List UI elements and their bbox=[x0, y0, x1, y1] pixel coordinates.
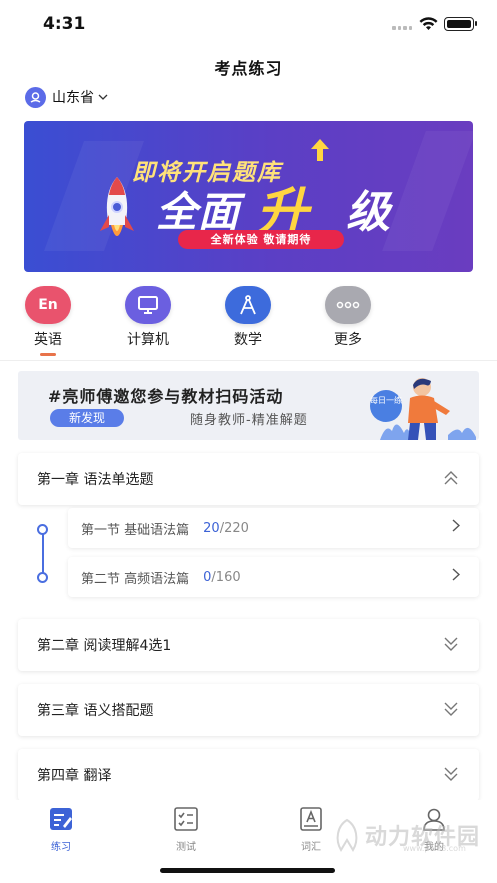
section-label: 第一节 基础语法篇 bbox=[81, 522, 190, 538]
section-label: 第二节 高频语法篇 bbox=[81, 571, 190, 587]
tab-practice[interactable]: 练习 bbox=[31, 806, 91, 853]
arrow-up-icon bbox=[311, 139, 329, 165]
promo-tag: 新发现 bbox=[50, 409, 124, 427]
chevron-right-icon bbox=[452, 519, 461, 536]
chapter-label: 第三章 语义搭配题 bbox=[37, 703, 154, 719]
timeline-dot bbox=[37, 524, 48, 535]
daily-practice-badge: 每日一练 bbox=[370, 390, 402, 422]
english-icon: En bbox=[25, 286, 71, 324]
category-label: 计算机 bbox=[127, 332, 169, 348]
chevron-down-icon bbox=[98, 91, 108, 104]
chapter-1[interactable]: 第一章 语法单选题 bbox=[18, 453, 479, 505]
cellular-signal-icon bbox=[392, 24, 412, 30]
section-progress: 0/160 bbox=[203, 570, 240, 585]
banner-line2-part1: 全面 bbox=[156, 188, 240, 236]
watermark-logo-icon bbox=[336, 818, 358, 852]
location-selector[interactable]: 山东省 bbox=[25, 86, 108, 108]
promo-banner[interactable]: 即将开启题库 全面 升 级 全新体验 敬请期待 bbox=[24, 121, 473, 272]
category-math[interactable]: 数学 bbox=[213, 286, 283, 349]
chevron-double-down-icon[interactable] bbox=[443, 700, 459, 722]
category-label: 数学 bbox=[234, 332, 262, 348]
activity-promo-card[interactable]: #亮师傅邀您参与教材扫码活动 新发现 随身教师-精准解题 每日一练 bbox=[18, 371, 479, 440]
page-title: 考点练习 bbox=[214, 59, 283, 78]
category-nav: En 英语 计算机 数学 更多 bbox=[0, 286, 497, 356]
chevron-double-up-icon[interactable] bbox=[443, 469, 459, 491]
chapter-label: 第二章 阅读理解4选1 bbox=[37, 638, 172, 654]
category-label: 英语 bbox=[34, 332, 62, 348]
promo-subtitle: 随身教师-精准解题 bbox=[190, 413, 308, 428]
computer-icon bbox=[125, 286, 171, 324]
timeline-line bbox=[42, 530, 44, 578]
vocabulary-icon bbox=[298, 806, 324, 836]
progress-total: /160 bbox=[211, 569, 241, 585]
banner-line2-part3: 级 bbox=[346, 187, 390, 238]
chevron-double-down-icon[interactable] bbox=[443, 765, 459, 787]
category-label: 更多 bbox=[334, 332, 362, 348]
section-progress: 20/220 bbox=[203, 521, 249, 536]
more-icon bbox=[325, 286, 371, 324]
location-icon bbox=[25, 86, 46, 108]
section-1-2[interactable]: 第二节 高频语法篇 0/160 bbox=[68, 557, 479, 597]
chapter-3[interactable]: 第三章 语义搭配题 bbox=[18, 684, 479, 736]
chapter-label: 第四章 翻译 bbox=[37, 768, 112, 784]
chevron-right-icon bbox=[452, 568, 461, 585]
practice-icon bbox=[48, 806, 74, 836]
category-computer[interactable]: 计算机 bbox=[113, 286, 183, 349]
status-time: 4:31 bbox=[43, 14, 86, 34]
progress-done: 20 bbox=[203, 520, 220, 536]
watermark-url: www.pw88.com bbox=[403, 844, 466, 853]
tab-test[interactable]: 测试 bbox=[156, 806, 216, 853]
promo-title: #亮师傅邀您参与教材扫码活动 bbox=[48, 387, 284, 406]
chevron-double-down-icon[interactable] bbox=[443, 635, 459, 657]
test-icon bbox=[173, 806, 199, 836]
progress-total: /220 bbox=[219, 520, 249, 536]
banner-pill: 全新体验 敬请期待 bbox=[178, 230, 344, 249]
watermark: 动力软件园 www.pw88.com bbox=[333, 818, 480, 853]
active-indicator bbox=[40, 353, 56, 356]
tab-label: 词汇 bbox=[301, 842, 321, 853]
wifi-icon bbox=[419, 16, 438, 35]
chapter-2[interactable]: 第二章 阅读理解4选1 bbox=[18, 619, 479, 671]
chapter-4[interactable]: 第四章 翻译 bbox=[18, 749, 479, 801]
battery-icon bbox=[444, 17, 477, 31]
category-english[interactable]: En 英语 bbox=[13, 286, 83, 356]
tab-label: 测试 bbox=[176, 842, 196, 853]
banner-decoration bbox=[382, 131, 473, 251]
tab-label: 练习 bbox=[51, 842, 71, 853]
chapter-label: 第一章 语法单选题 bbox=[37, 472, 154, 488]
category-more[interactable]: 更多 bbox=[313, 286, 383, 349]
app-screen: 4:31 考点练习 山东省 即将开启题库 全面 升 级 全新体验 敬请期待 En… bbox=[0, 0, 497, 883]
tab-vocabulary[interactable]: 词汇 bbox=[281, 806, 341, 853]
math-compass-icon bbox=[225, 286, 271, 324]
location-label: 山东省 bbox=[52, 90, 94, 106]
english-icon-text: En bbox=[38, 297, 58, 313]
status-bar: 4:31 bbox=[0, 0, 497, 48]
divider bbox=[0, 360, 497, 361]
timeline-dot bbox=[37, 572, 48, 583]
section-1-1[interactable]: 第一节 基础语法篇 20/220 bbox=[68, 508, 479, 548]
home-indicator bbox=[160, 868, 335, 873]
